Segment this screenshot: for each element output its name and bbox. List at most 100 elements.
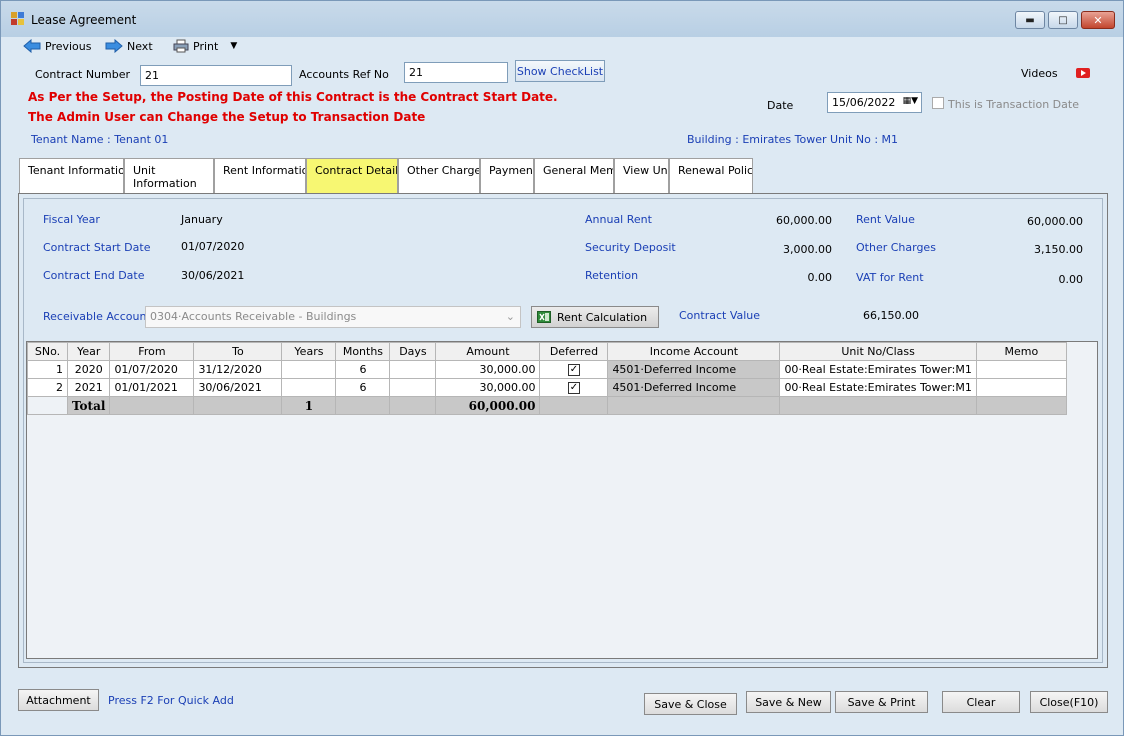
- close-button[interactable]: Close(F10): [1030, 691, 1108, 713]
- total-row: Total 1 60,000.00: [27, 396, 1067, 415]
- cell-income-account[interactable]: 4501·Deferred Income: [607, 360, 781, 379]
- col-year[interactable]: Year: [66, 342, 111, 361]
- col-unit-class[interactable]: Unit No/Class: [779, 342, 977, 361]
- lease-agreement-window: Lease Agreement ▬ □ ✕ Previous Next Prin…: [0, 0, 1124, 736]
- contract-start-value: 01/07/2020: [181, 240, 245, 253]
- cell-years[interactable]: [281, 360, 337, 379]
- retention-label: Retention: [585, 269, 639, 282]
- transaction-date-label: This is Transaction Date: [948, 98, 1079, 111]
- cell-days[interactable]: [389, 360, 437, 379]
- cell-memo[interactable]: [975, 378, 1067, 397]
- rent-calculation-label: Rent Calculation: [557, 310, 648, 324]
- annual-rent-label: Annual Rent: [585, 213, 652, 226]
- tab-unit-information[interactable]: Unit Information: [124, 158, 214, 194]
- window-title: Lease Agreement: [31, 13, 137, 27]
- save-close-button[interactable]: Save & Close: [644, 693, 737, 715]
- accounts-ref-label: Accounts Ref No: [299, 68, 389, 81]
- cell-from[interactable]: 01/07/2020: [109, 360, 195, 379]
- vat-label: VAT for Rent: [856, 271, 924, 284]
- show-checklist-button[interactable]: Show CheckList: [515, 60, 605, 82]
- app-icon: [11, 12, 25, 26]
- rent-calculation-button[interactable]: Rent Calculation: [531, 306, 659, 328]
- col-memo[interactable]: Memo: [975, 342, 1067, 361]
- rent-schedule-table: SNo. Year From To Years Months Days Amou…: [27, 342, 1067, 415]
- cell-year[interactable]: 2020: [66, 360, 111, 379]
- cell-income-account[interactable]: 4501·Deferred Income: [607, 378, 781, 397]
- maximize-icon[interactable]: □: [1048, 11, 1078, 29]
- cell-memo[interactable]: [975, 360, 1067, 379]
- transaction-date-checkbox[interactable]: [932, 97, 944, 109]
- col-years[interactable]: Years: [281, 342, 337, 361]
- cell-amount[interactable]: 30,000.00: [435, 360, 541, 379]
- other-charges-value: 3,150.00: [1034, 243, 1083, 256]
- cell-to[interactable]: 31/12/2020: [193, 360, 283, 379]
- col-to[interactable]: To: [193, 342, 283, 361]
- print-button[interactable]: Print ▼: [173, 38, 237, 54]
- clear-button[interactable]: Clear: [942, 691, 1020, 713]
- save-print-button[interactable]: Save & Print: [835, 691, 928, 713]
- deferred-checkbox[interactable]: ✓: [567, 364, 580, 376]
- rent-value-value: 60,000.00: [1027, 215, 1083, 228]
- table-row[interactable]: 1 2020 01/07/2020 31/12/2020 6 30,000.00…: [27, 360, 1067, 379]
- calendar-icon[interactable]: ▦▼: [903, 96, 918, 106]
- chevron-down-icon[interactable]: ⌄: [506, 310, 515, 323]
- previous-button[interactable]: Previous: [23, 38, 92, 54]
- col-amount[interactable]: Amount: [435, 342, 541, 361]
- annual-rent-value: 60,000.00: [776, 214, 832, 227]
- security-deposit-value: 3,000.00: [783, 243, 832, 256]
- tab-rent-information[interactable]: Rent Information: [214, 158, 306, 194]
- col-months[interactable]: Months: [335, 342, 391, 361]
- accounts-ref-input[interactable]: 21: [404, 62, 508, 83]
- minimize-icon[interactable]: ▬: [1015, 11, 1045, 29]
- tab-other-charges[interactable]: Other Charges: [398, 158, 480, 194]
- quick-add-hint: Press F2 For Quick Add: [108, 694, 234, 707]
- excel-icon: [537, 311, 551, 323]
- total-amount: 60,000.00: [435, 396, 541, 415]
- title-bar: Lease Agreement ▬ □ ✕: [1, 1, 1123, 37]
- contract-value-label: Contract Value: [679, 309, 761, 322]
- date-picker[interactable]: 15/06/2022 ▦▼: [827, 92, 922, 113]
- cell-days[interactable]: [389, 378, 437, 397]
- col-deferred[interactable]: Deferred: [539, 342, 609, 361]
- table-row[interactable]: 2 2021 01/01/2021 30/06/2021 6 30,000.00…: [27, 378, 1067, 397]
- chevron-down-icon[interactable]: ▼: [230, 41, 237, 51]
- close-icon[interactable]: ✕: [1081, 11, 1115, 29]
- col-from[interactable]: From: [109, 342, 195, 361]
- table-header-row: SNo. Year From To Years Months Days Amou…: [27, 342, 1067, 361]
- tab-contract-details[interactable]: Contract Details: [306, 158, 398, 194]
- tab-general-memo[interactable]: General Memo: [534, 158, 614, 194]
- cell-to[interactable]: 30/06/2021: [193, 378, 283, 397]
- tab-tenant-information[interactable]: Tenant Information: [19, 158, 124, 194]
- cell-unit-class[interactable]: 00·Real Estate:Emirates Tower:M1: [779, 378, 977, 397]
- deferred-checkbox[interactable]: ✓: [567, 382, 580, 394]
- attachment-button[interactable]: Attachment: [18, 689, 99, 711]
- col-income-account[interactable]: Income Account: [607, 342, 781, 361]
- other-charges-label: Other Charges: [856, 241, 936, 254]
- save-new-button[interactable]: Save & New: [746, 691, 831, 713]
- total-years: 1: [281, 396, 337, 415]
- contract-number-label: Contract Number: [35, 68, 131, 81]
- cell-years[interactable]: [281, 378, 337, 397]
- cell-months[interactable]: 6: [335, 360, 391, 379]
- cell-months[interactable]: 6: [335, 378, 391, 397]
- cell-unit-class[interactable]: 00·Real Estate:Emirates Tower:M1: [779, 360, 977, 379]
- tab-payment[interactable]: Payment: [480, 158, 534, 194]
- cell-amount[interactable]: 30,000.00: [435, 378, 541, 397]
- cell-year[interactable]: 2021: [66, 378, 111, 397]
- col-sno[interactable]: SNo.: [27, 342, 68, 361]
- next-button[interactable]: Next: [105, 38, 153, 54]
- col-days[interactable]: Days: [389, 342, 437, 361]
- cell-sno[interactable]: 2: [27, 378, 68, 397]
- youtube-icon[interactable]: [1076, 68, 1090, 78]
- cell-deferred[interactable]: ✓: [539, 360, 609, 379]
- building-unit: Building : Emirates Tower Unit No : M1: [687, 133, 899, 146]
- receivable-account-select[interactable]: 0304·Accounts Receivable - Buildings ⌄: [145, 306, 521, 328]
- date-label: Date: [767, 99, 794, 112]
- contract-number-input[interactable]: 21: [140, 65, 292, 86]
- tab-renewal-policy[interactable]: Renewal Policy: [669, 158, 753, 194]
- tab-view-unit[interactable]: View Unit: [614, 158, 669, 194]
- cell-from[interactable]: 01/01/2021: [109, 378, 195, 397]
- cell-deferred[interactable]: ✓: [539, 378, 609, 397]
- cell-sno[interactable]: 1: [27, 360, 68, 379]
- date-value: 15/06/2022: [832, 96, 896, 109]
